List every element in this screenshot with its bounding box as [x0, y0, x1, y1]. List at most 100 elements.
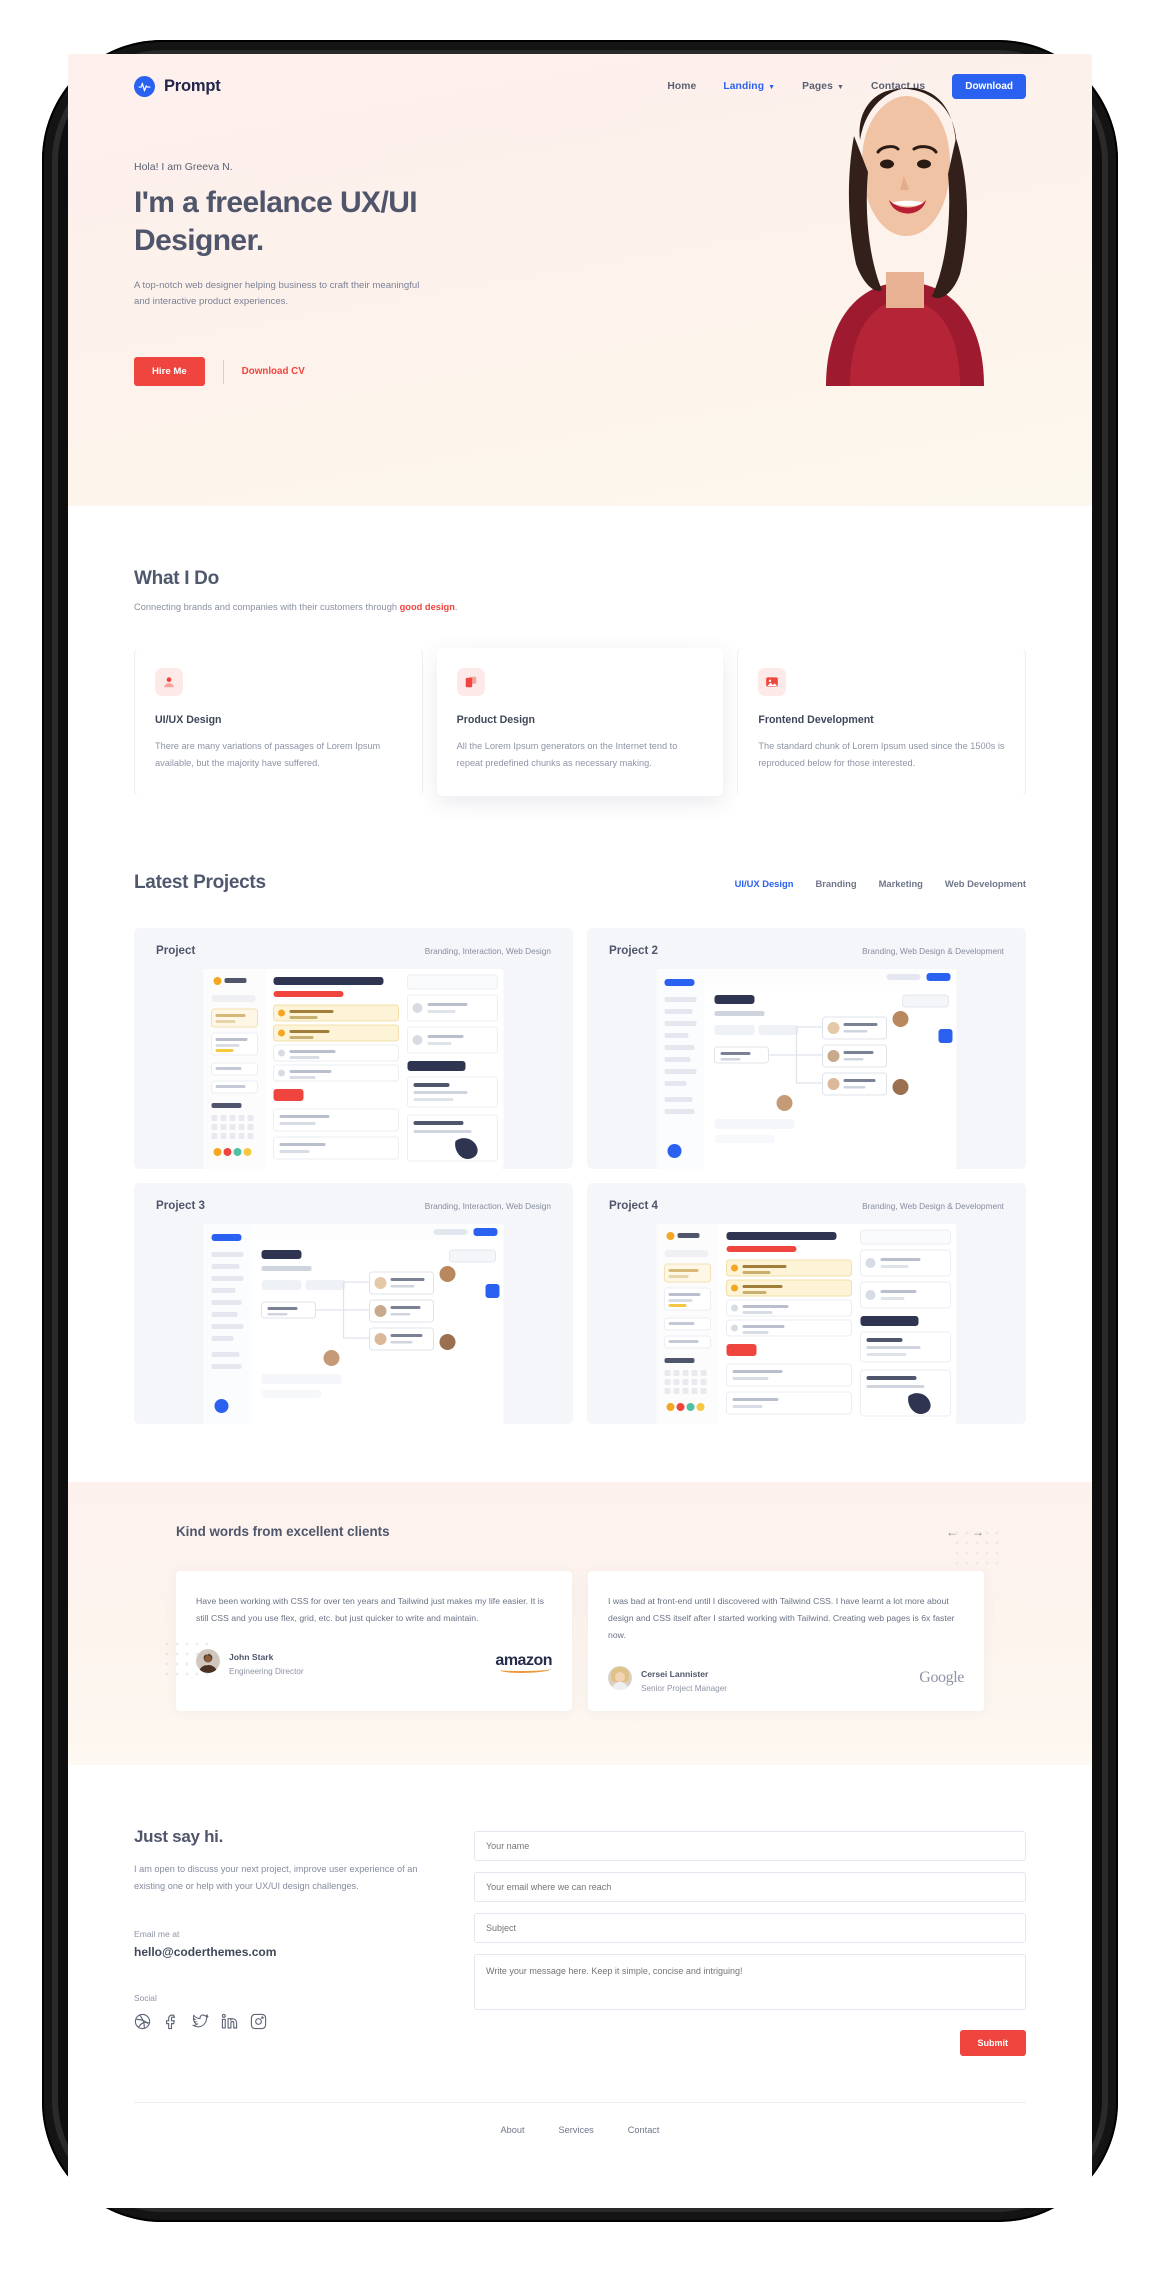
- linkedin-icon[interactable]: [221, 2013, 238, 2030]
- dribbble-icon[interactable]: [134, 2013, 151, 2030]
- service-card-title: UI/UX Design: [155, 714, 222, 726]
- service-card-ui-ux-design[interactable]: UI/UX Design There are many variations o…: [134, 648, 423, 797]
- brand-logo[interactable]: Prompt: [134, 76, 221, 97]
- project-card[interactable]: Project 4 Branding, Web Design & Develop…: [587, 1183, 1026, 1425]
- service-card-text: All the Lorem Ipsum generators on the In…: [456, 741, 678, 769]
- hero-portrait-photo: [790, 76, 1020, 387]
- service-card-product-design[interactable]: Product Design All the Lorem Ipsum gener…: [436, 648, 724, 797]
- submit-row: Submit: [474, 2029, 1026, 2056]
- social-links: [134, 2013, 434, 2030]
- testimonial-role: Senior Project Manager: [641, 1683, 728, 1693]
- filter-web-development[interactable]: Web Development: [945, 878, 1026, 889]
- layers-stack-icon: [456, 668, 485, 696]
- testimonial-name: John Stark: [229, 1651, 274, 1662]
- hero-kicker: Hola! I am Greeva N.: [134, 161, 233, 173]
- service-cards: UI/UX Design There are many variations o…: [134, 648, 1027, 797]
- dot-pattern-decoration: [164, 1641, 218, 1687]
- hire-me-button[interactable]: Hire Me: [134, 357, 205, 387]
- testimonial-footer: John Stark Engineering Director amazon: [196, 1647, 552, 1676]
- nav-label: Home: [667, 81, 697, 92]
- subtitle-suffix: .: [454, 602, 458, 612]
- testimonial-card: I was bad at front-end until I discovere…: [588, 1571, 984, 1711]
- testimonial-name: Cersei Lannister: [641, 1668, 709, 1679]
- testimonial-text: I was bad at front-end until I discovere…: [608, 1596, 955, 1640]
- hero-section: Prompt Home Landing ▼ Pages ▼ Contact us D…: [68, 54, 1092, 506]
- project-tags: Branding, Web Design & Development: [862, 1200, 1004, 1211]
- google-logo: Google: [919, 1669, 964, 1687]
- project-card-header: Project 3 Branding, Interaction, Web Des…: [134, 1183, 573, 1224]
- footer-link-contact[interactable]: Contact: [628, 2125, 660, 2135]
- section-title: Just say hi.: [134, 1826, 223, 1846]
- testimonials-section: Kind words from excellent clients ← → Ha…: [68, 1482, 1092, 1765]
- projects-grid: Project Branding, Interaction, Web Desig…: [134, 928, 1026, 1425]
- project-screenshot: [587, 969, 1026, 1170]
- instagram-icon[interactable]: [250, 2013, 267, 2030]
- project-screenshot: [134, 969, 573, 1170]
- project-card[interactable]: Project 2 Branding, Web Design & Develop…: [587, 928, 1026, 1170]
- testimonial-card: Have been working with CSS for over ten …: [176, 1571, 572, 1711]
- testimonial-author: Cersei Lannister Senior Project Manager: [608, 1664, 727, 1693]
- testimonial-role: Engineering Director: [229, 1666, 304, 1676]
- footer-link-services[interactable]: Services: [559, 2125, 594, 2135]
- brand-name: Prompt: [164, 77, 221, 95]
- subject-input[interactable]: [474, 1912, 1026, 1943]
- latest-projects-section: Latest Projects UI/UX Design Branding Ma…: [68, 796, 1092, 1425]
- subtitle-prefix: Connecting brands and companies with the…: [134, 602, 400, 612]
- message-textarea[interactable]: [474, 1953, 1026, 2010]
- filter-ui-ux-design[interactable]: UI/UX Design: [735, 878, 794, 889]
- testimonials-header: Kind words from excellent clients ← →: [134, 1524, 1026, 1539]
- section-title: Latest Projects: [134, 872, 266, 894]
- what-i-do-section: What I Do Connecting brands and companie…: [68, 506, 1092, 797]
- testimonial-text: Have been working with CSS for over ten …: [196, 1596, 544, 1623]
- nav-item-home[interactable]: Home: [667, 81, 696, 92]
- filter-marketing[interactable]: Marketing: [879, 878, 923, 889]
- project-card[interactable]: Project Branding, Interaction, Web Desig…: [134, 928, 573, 1170]
- device-screen: Prompt Home Landing ▼ Pages ▼ Contact us D…: [68, 54, 1092, 2208]
- service-card-title: Product Design: [456, 714, 535, 726]
- project-card[interactable]: Project 3 Branding, Interaction, Web Des…: [134, 1183, 573, 1425]
- name-input[interactable]: [474, 1830, 1026, 1861]
- email-input[interactable]: [474, 1871, 1026, 1902]
- contact-description: I am open to discuss your next project, …: [134, 1863, 418, 1891]
- image-picture-icon: [758, 668, 787, 696]
- pulse-circle-icon: [134, 76, 155, 97]
- twitter-icon[interactable]: [192, 2013, 209, 2030]
- project-name: Project 2: [609, 944, 658, 958]
- service-card-title: Frontend Development: [758, 714, 874, 726]
- email-label: Email me at: [134, 1928, 180, 1939]
- project-name: Project: [156, 944, 196, 958]
- project-card-header: Project Branding, Interaction, Web Desig…: [134, 928, 573, 969]
- email-address[interactable]: hello@coderthemes.com: [134, 1945, 434, 1959]
- section-title: What I Do: [134, 568, 219, 589]
- contact-info: Just say hi. I am open to discuss your n…: [134, 1827, 434, 2056]
- project-tags: Branding, Interaction, Web Design: [424, 1200, 551, 1211]
- chevron-down-icon: ▼: [768, 84, 776, 91]
- facebook-icon[interactable]: [163, 2013, 180, 2030]
- download-cv-link[interactable]: Download CV: [242, 366, 305, 377]
- hero-body: Hola! I am Greeva N. I'm a freelance UX/…: [68, 87, 1092, 387]
- hero-title: I'm a freelance UX/UI Designer.: [134, 186, 418, 257]
- nav-item-landing[interactable]: Landing ▼: [723, 81, 775, 92]
- screenshot-root: Prompt Home Landing ▼ Pages ▼ Contact us D…: [0, 0, 1160, 2269]
- service-card-text: There are many variations of passages of…: [155, 741, 381, 769]
- testimonial-cards: Have been working with CSS for over ten …: [134, 1571, 1026, 1711]
- project-filters: UI/UX Design Branding Marketing Web Deve…: [735, 878, 1026, 889]
- project-card-header: Project 4 Branding, Web Design & Develop…: [587, 1183, 1026, 1224]
- filter-branding[interactable]: Branding: [815, 878, 856, 889]
- hero-description: A top-notch web designer helping busines…: [134, 279, 420, 308]
- project-name: Project 3: [156, 1199, 205, 1213]
- nav-label: Landing: [723, 81, 765, 92]
- contact-form: Submit: [474, 1827, 1026, 2056]
- subtitle-highlight: good design: [399, 602, 455, 612]
- project-tags: Branding, Interaction, Web Design: [424, 945, 551, 956]
- footer-links: About Services Contact: [134, 2125, 1026, 2135]
- project-name: Project 4: [609, 1199, 658, 1213]
- submit-button[interactable]: Submit: [959, 2029, 1026, 2056]
- footer-link-about[interactable]: About: [501, 2125, 525, 2135]
- service-card-frontend-development[interactable]: Frontend Development The standard chunk …: [737, 648, 1027, 797]
- avatar: [608, 1666, 632, 1691]
- project-tags: Branding, Web Design & Development: [862, 945, 1004, 956]
- testimonial-footer: Cersei Lannister Senior Project Manager …: [608, 1664, 964, 1693]
- footer: About Services Contact: [134, 2101, 1026, 2135]
- hero-copy: Hola! I am Greeva N. I'm a freelance UX/…: [134, 147, 464, 387]
